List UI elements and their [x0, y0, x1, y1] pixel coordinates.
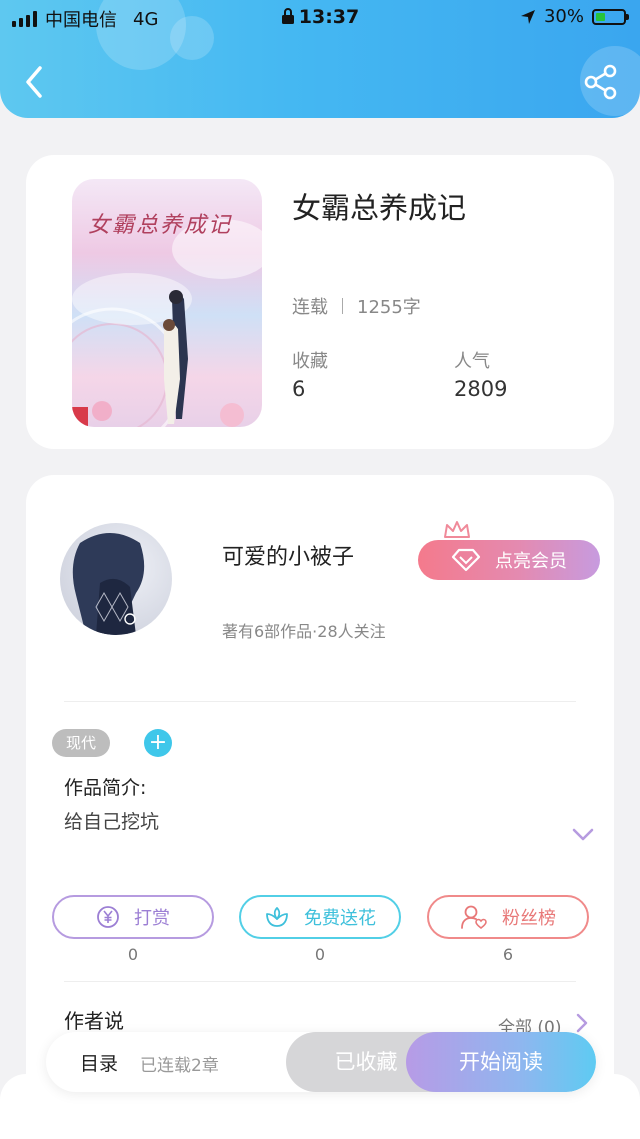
chevron-right-icon[interactable]	[576, 1013, 588, 1033]
lock-icon	[281, 8, 294, 24]
bottom-action-bar: 目录 已连载2章 已收藏 开始阅读	[46, 1032, 596, 1092]
reward-label: 打赏	[134, 908, 170, 929]
popularity-label: 人气	[454, 351, 490, 372]
book-status: 连载	[292, 297, 328, 318]
user-heart-icon	[461, 905, 487, 930]
battery-icon	[592, 8, 629, 25]
word-count: 1255字	[357, 297, 421, 318]
reward-button[interactable]: 打赏	[52, 895, 214, 939]
chapter-count[interactable]: 已连载2章	[140, 1051, 219, 1076]
add-tag-button[interactable]: +	[144, 729, 172, 757]
author-name[interactable]: 可爱的小被子	[222, 539, 354, 571]
diamond-icon	[451, 548, 481, 572]
book-meta: 连载 1255字	[292, 293, 421, 319]
intro-text: 给自己挖坑	[64, 811, 160, 833]
header: 中国电信 4G 13:37 30%	[0, 0, 640, 118]
fans-count: 6	[502, 945, 514, 964]
vip-button[interactable]: 点亮会员	[418, 540, 600, 580]
vip-button-label: 点亮会员	[495, 551, 567, 572]
meta-divider	[342, 298, 343, 314]
popularity-value: 2809	[454, 377, 508, 401]
free-flower-label: 免费送花	[304, 908, 376, 929]
status-bar: 中国电信 4G 13:37 30%	[0, 0, 640, 36]
author-summary: 著有6部作品·28人关注	[222, 622, 386, 641]
clock: 13:37	[298, 6, 360, 28]
back-chevron-icon[interactable]	[22, 64, 46, 100]
flower-count: 0	[314, 945, 326, 964]
flower-icon	[266, 907, 288, 927]
book-info-card: 女霸总养成记 女霸总养成记 连载 1255字 收藏 6 人气 2809	[26, 155, 614, 449]
avatar-illustration	[72, 533, 145, 635]
battery-percent: 30%	[543, 6, 584, 27]
yen-coin-icon	[97, 906, 119, 928]
cover-title-text: 女霸总养成记	[88, 213, 233, 238]
genre-tag[interactable]: 现代	[52, 729, 111, 757]
favorites-value: 6	[292, 377, 306, 401]
book-cover[interactable]: 女霸总养成记	[72, 179, 262, 427]
start-reading-button[interactable]: 开始阅读	[406, 1032, 596, 1092]
author-says-label: 作者说	[64, 1009, 124, 1033]
toc-button[interactable]: 目录	[80, 1049, 118, 1076]
crown-icon	[444, 521, 470, 538]
expand-chevron-icon[interactable]	[572, 827, 594, 843]
fans-ranking-label: 粉丝榜	[502, 908, 556, 929]
reward-count: 0	[127, 945, 139, 964]
share-icon[interactable]	[584, 64, 618, 100]
book-title: 女霸总养成记	[292, 191, 467, 225]
intro-label: 作品简介:	[64, 777, 147, 799]
free-flower-button[interactable]: 免费送花	[239, 895, 401, 939]
divider	[64, 981, 576, 982]
author-avatar[interactable]	[60, 523, 172, 635]
divider	[64, 701, 576, 702]
favorites-label: 收藏	[292, 351, 328, 372]
author-card: 可爱的小被子 著有6部作品·28人关注 点亮会员 现代 + 作品简介: 给自己挖…	[26, 475, 614, 1125]
fans-ranking-button[interactable]: 粉丝榜	[427, 895, 589, 939]
location-arrow-icon	[520, 9, 535, 24]
